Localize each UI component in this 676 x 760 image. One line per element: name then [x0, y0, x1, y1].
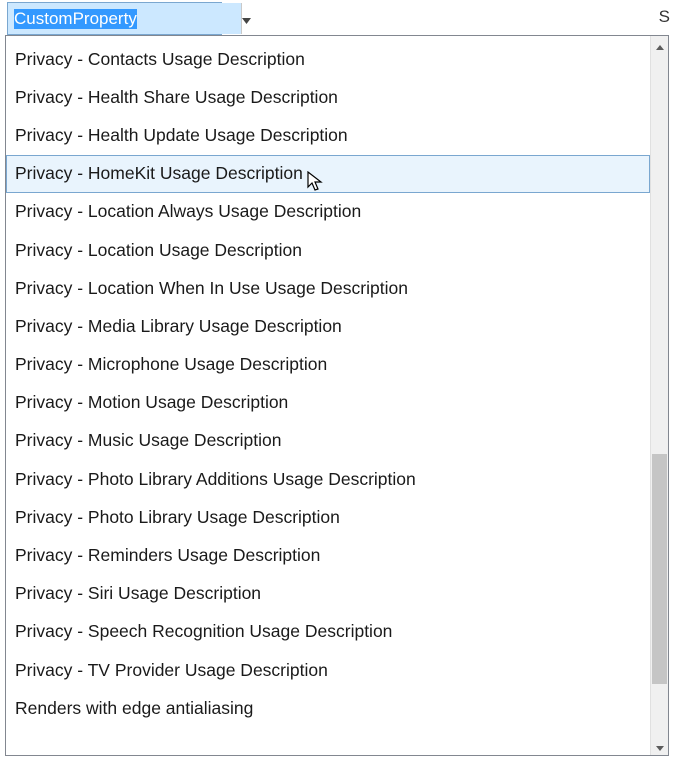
- dropdown-item-label: Privacy - Health Share Usage Description: [15, 87, 338, 108]
- dropdown-item[interactable]: Privacy - Reminders Usage Description: [6, 536, 650, 574]
- dropdown-item-label: Privacy - Reminders Usage Description: [15, 545, 320, 566]
- scrollbar-track[interactable]: [651, 54, 668, 737]
- dropdown-item-label: Privacy - Location Usage Description: [15, 240, 302, 261]
- dropdown-item[interactable]: Privacy - Location Usage Description: [6, 231, 650, 269]
- dropdown-item[interactable]: Renders with edge antialiasing: [6, 689, 650, 727]
- dropdown-item-label: Privacy - Motion Usage Description: [15, 392, 288, 413]
- dropdown-item-label: Privacy - Photo Library Additions Usage …: [15, 469, 416, 490]
- property-key-dropdown-button[interactable]: [241, 3, 251, 34]
- dropdown-item[interactable]: Privacy - Location Always Usage Descript…: [6, 193, 650, 231]
- dropdown-item-label: Privacy - Location When In Use Usage Des…: [15, 278, 408, 299]
- dropdown-item[interactable]: Privacy - HomeKit Usage Description: [6, 155, 650, 193]
- dropdown-item-label: Privacy - Speech Recognition Usage Descr…: [15, 621, 392, 642]
- scrollbar-up-button[interactable]: [651, 36, 668, 54]
- property-key-editor[interactable]: [7, 2, 222, 35]
- dropdown-item[interactable]: Privacy - Music Usage Description: [6, 422, 650, 460]
- dropdown-item[interactable]: Privacy - Motion Usage Description: [6, 384, 650, 422]
- dropdown-item[interactable]: Privacy - Health Share Usage Description: [6, 78, 650, 116]
- dropdown-item[interactable]: Privacy - Location When In Use Usage Des…: [6, 269, 650, 307]
- dropdown-item[interactable]: Privacy - Contacts Usage Description: [6, 40, 650, 78]
- dropdown-item[interactable]: Privacy - Microphone Usage Description: [6, 346, 650, 384]
- dropdown-item[interactable]: Privacy - Photo Library Additions Usage …: [6, 460, 650, 498]
- dropdown-item-label: Privacy - Music Usage Description: [15, 430, 281, 451]
- scrollbar-down-button[interactable]: [651, 737, 668, 755]
- dropdown-item[interactable]: Privacy - Health Update Usage Descriptio…: [6, 116, 650, 154]
- property-key-input[interactable]: [8, 3, 241, 34]
- scrollbar-thumb[interactable]: [652, 454, 667, 684]
- dropdown-item[interactable]: Privacy - Siri Usage Description: [6, 575, 650, 613]
- dropdown-scrollbar[interactable]: [650, 36, 668, 755]
- header-char-right: S: [659, 7, 670, 27]
- dropdown-item-label: Privacy - Contacts Usage Description: [15, 49, 305, 70]
- property-key-dropdown: Privacy - Contacts Usage Description Priv…: [5, 35, 669, 756]
- dropdown-item[interactable]: Privacy - Speech Recognition Usage Descr…: [6, 613, 650, 651]
- dropdown-item[interactable]: Privacy - Media Library Usage Descriptio…: [6, 307, 650, 345]
- dropdown-item-label: Privacy - TV Provider Usage Description: [15, 660, 328, 681]
- dropdown-item[interactable]: Privacy - TV Provider Usage Description: [6, 651, 650, 689]
- dropdown-item-label: Privacy - Location Always Usage Descript…: [15, 201, 361, 222]
- chevron-up-icon: [656, 35, 664, 55]
- dropdown-item-label: Renders with edge antialiasing: [15, 698, 253, 719]
- chevron-down-icon: [242, 9, 251, 29]
- dropdown-item-label: Privacy - HomeKit Usage Description: [15, 163, 303, 184]
- dropdown-item-label: Privacy - Health Update Usage Descriptio…: [15, 125, 348, 146]
- chevron-down-icon: [656, 736, 664, 756]
- dropdown-item-label: Privacy - Microphone Usage Description: [15, 354, 327, 375]
- dropdown-item-label: Privacy - Siri Usage Description: [15, 583, 261, 604]
- dropdown-item-label: Privacy - Media Library Usage Descriptio…: [15, 316, 342, 337]
- dropdown-list: Privacy - Contacts Usage Description Priv…: [6, 36, 650, 755]
- dropdown-item-label: Privacy - Photo Library Usage Descriptio…: [15, 507, 340, 528]
- dropdown-item[interactable]: Privacy - Photo Library Usage Descriptio…: [6, 498, 650, 536]
